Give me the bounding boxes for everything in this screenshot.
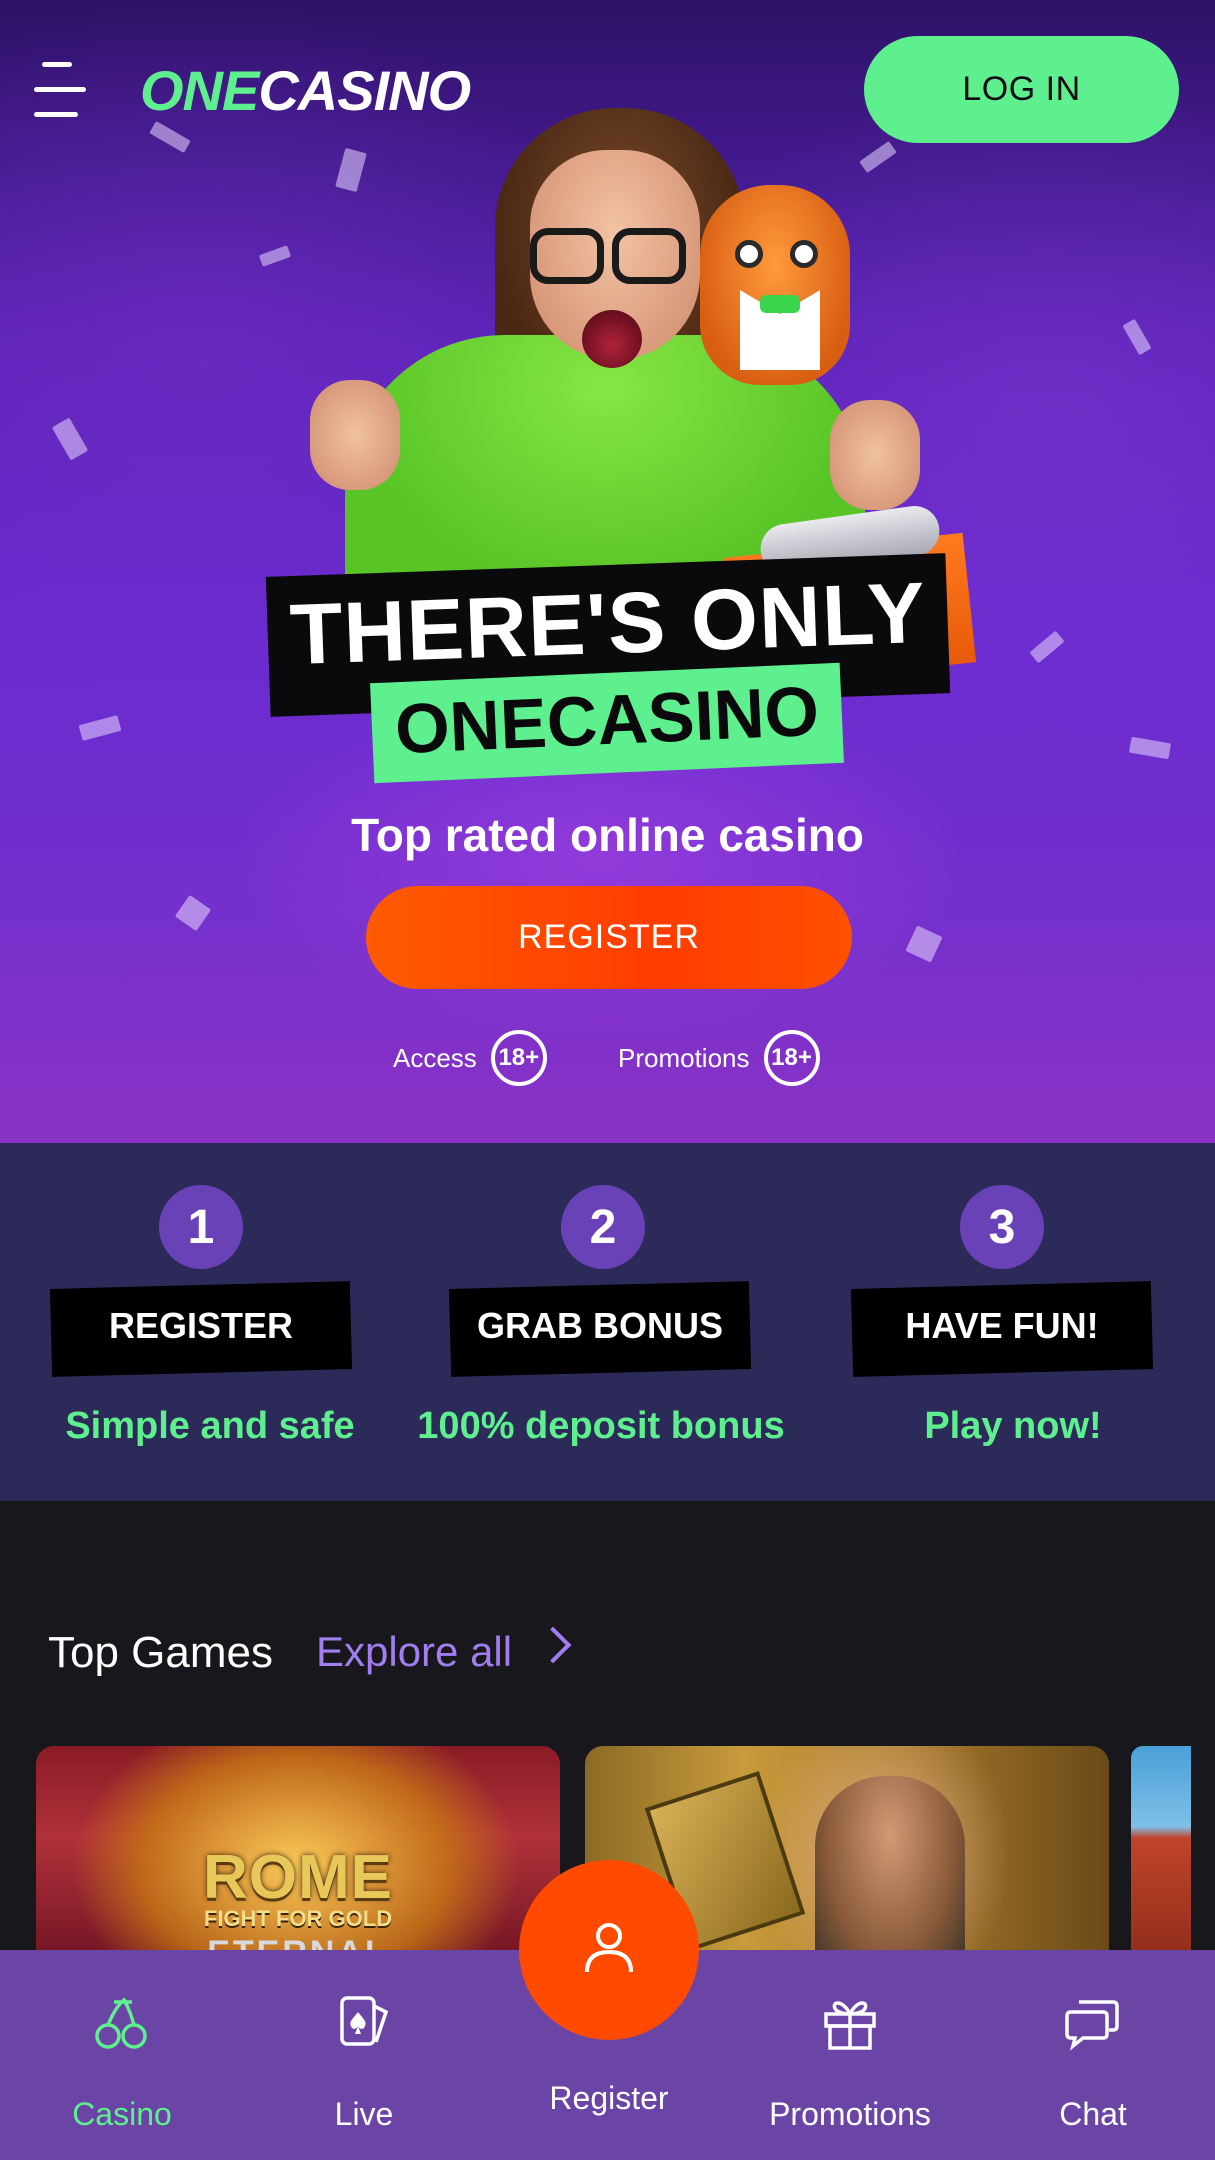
chat-bubbles-icon <box>1065 2000 1119 2051</box>
game-card-partial[interactable] <box>1131 1746 1191 1976</box>
hero-register-button[interactable]: REGISTER <box>366 886 852 989</box>
confetti-decoration <box>905 925 943 963</box>
step-number-badge: 3 <box>960 1185 1044 1269</box>
chevron-right-icon[interactable] <box>534 1626 572 1664</box>
promotions-badge: Promotions 18+ <box>618 1030 820 1086</box>
nav-label-live: Live <box>334 2096 394 2132</box>
glasses-decoration <box>612 228 686 284</box>
nav-label-casino: Casino <box>72 2096 172 2132</box>
nav-label-promotions: Promotions <box>769 2096 931 2132</box>
hero-fist-right <box>830 400 920 510</box>
confetti-decoration <box>1128 736 1172 760</box>
game-card-rome[interactable]: ROME FIGHT FOR GOLD ETERNAL <box>36 1746 560 1976</box>
register-fab[interactable] <box>519 1860 699 2040</box>
user-icon <box>585 1923 633 1973</box>
playing-card-icon <box>340 1996 389 2046</box>
nav-chat[interactable]: Chat <box>993 1950 1193 2160</box>
step-register: 1 REGISTER Simple and safe <box>0 1143 355 1501</box>
nav-label-register[interactable]: Register <box>506 2080 712 2117</box>
hero-fist-left <box>310 380 400 490</box>
explore-all-link[interactable]: Explore all <box>316 1628 512 1676</box>
age-18-icon: 18+ <box>490 1030 547 1086</box>
confetti-decoration <box>1029 630 1065 664</box>
hero-subtitle: Top rated online casino <box>351 809 864 861</box>
promotions-label: Promotions <box>618 1042 750 1073</box>
step-label: GRAB BONUS <box>476 1305 723 1346</box>
how-it-works-steps: 1 REGISTER Simple and safe 2 GRAB BONUS … <box>0 1143 1215 1501</box>
step-label: REGISTER <box>108 1305 294 1346</box>
hero-woman-mouth <box>582 310 642 368</box>
confetti-decoration <box>51 417 89 461</box>
game-subtitle: FIGHT FOR GOLD <box>203 1906 393 1931</box>
confetti-decoration <box>859 140 897 174</box>
mascot-bowtie <box>760 295 800 313</box>
mascot-eye <box>790 240 818 268</box>
step-subtitle: Simple and safe <box>65 1405 355 1447</box>
hero-banner: ONECASINO LOG IN THERE'S ONLY ONECASINO … <box>0 0 1215 1143</box>
nav-casino[interactable]: Casino <box>22 1950 222 2160</box>
onecasino-logo[interactable]: ONECASINO <box>140 58 471 123</box>
step-grab-bonus: 2 GRAB BONUS 100% deposit bonus <box>400 1143 785 1501</box>
menu-icon[interactable] <box>34 62 88 118</box>
nav-live[interactable]: Live <box>264 1950 464 2160</box>
gift-icon <box>824 2001 876 2050</box>
game-character-artwork <box>815 1776 965 1976</box>
access-label: Access <box>393 1042 477 1073</box>
age-18-icon: 18+ <box>763 1030 820 1086</box>
logo-suffix: CASINO <box>258 59 471 122</box>
confetti-decoration <box>1122 318 1152 356</box>
confetti-decoration <box>335 147 367 193</box>
mascot-eye <box>735 240 763 268</box>
login-button[interactable]: LOG IN <box>864 36 1179 143</box>
step-subtitle: Play now! <box>924 1405 1102 1447</box>
step-have-fun: 3 HAVE FUN! Play now! <box>800 1143 1154 1501</box>
access-badge: Access 18+ <box>393 1030 547 1086</box>
game-title: ROME <box>203 1843 393 1912</box>
cherries-icon <box>95 1997 147 2049</box>
top-games-heading: Top Games <box>48 1628 273 1677</box>
step-number-badge: 2 <box>561 1185 645 1269</box>
glasses-decoration <box>530 228 604 284</box>
step-subtitle: 100% deposit bonus <box>417 1405 785 1447</box>
confetti-decoration <box>78 715 122 741</box>
confetti-decoration <box>258 245 292 267</box>
nav-label-chat: Chat <box>1059 2096 1127 2132</box>
confetti-decoration <box>174 894 212 932</box>
confetti-decoration <box>149 120 191 154</box>
nav-promotions[interactable]: Promotions <box>750 1950 950 2160</box>
step-number-badge: 1 <box>159 1185 243 1269</box>
step-label: HAVE FUN! <box>905 1305 1099 1346</box>
logo-prefix: ONE <box>140 59 259 122</box>
